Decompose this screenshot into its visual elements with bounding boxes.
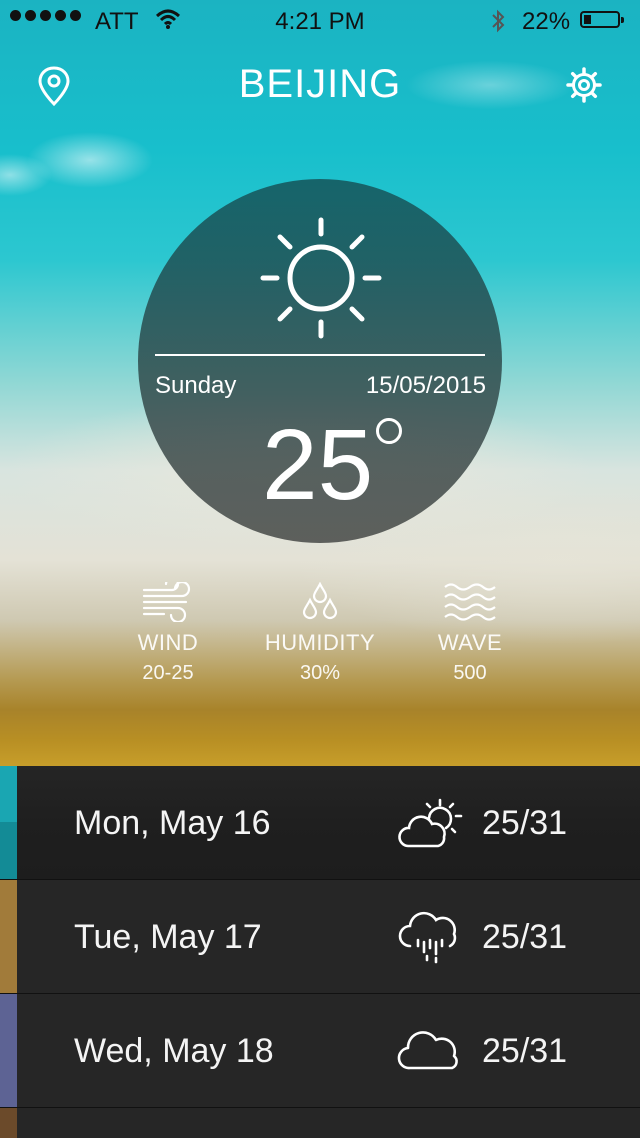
stat-label: WIND: [137, 630, 199, 655]
rain-cloud-icon: [398, 911, 457, 964]
stat-value: 500: [453, 662, 487, 684]
forecast-color-stripe: [0, 880, 17, 993]
sun-icon: [260, 217, 382, 339]
forecast-date: Tue, May 17: [74, 918, 262, 956]
forecast-row-partial[interactable]: [0, 1108, 640, 1138]
forecast-date: Mon, May 16: [74, 804, 271, 842]
circle-divider: [155, 354, 485, 356]
forecast-row[interactable]: Mon, May 16 25/31: [0, 766, 640, 880]
forecast-row[interactable]: Tue, May 17 25/31: [0, 880, 640, 994]
forecast-list: Mon, May 16 25/31 Tue, May 17 25/31 Wed,…: [0, 766, 640, 1138]
current-temperature: 25: [262, 409, 374, 521]
forecast-range: 25/31: [482, 1032, 568, 1070]
stat-label: HUMIDITY: [264, 630, 376, 655]
stat-value: 20-25: [142, 662, 194, 684]
forecast-color-stripe: [0, 766, 17, 879]
current-date: 15/05/2015: [365, 372, 486, 399]
bluetooth-icon: [492, 9, 505, 33]
partly-sunny-icon: [398, 798, 463, 848]
stat-value: 30%: [299, 662, 341, 684]
gear-icon[interactable]: [564, 65, 604, 105]
stat-humidity: HUMIDITY 30%: [240, 582, 400, 685]
forecast-color-stripe: [0, 1108, 17, 1138]
battery-icon: [580, 11, 624, 28]
raindrops-icon: [302, 582, 338, 620]
forecast-row[interactable]: Wed, May 18 25/31: [0, 994, 640, 1108]
waves-icon: [444, 583, 496, 621]
current-day: Sunday: [155, 372, 237, 399]
forecast-date: Wed, May 18: [74, 1032, 274, 1070]
wind-icon: [142, 582, 191, 622]
status-bar: ATT 4:21 PM 22%: [0, 0, 640, 40]
cloud-icon: [397, 1031, 458, 1070]
stat-wave: WAVE 500: [390, 582, 550, 685]
degree-symbol: [376, 418, 402, 444]
stat-label: WAVE: [437, 630, 503, 655]
stat-wind: WIND 20-25: [88, 582, 248, 685]
forecast-range: 25/31: [482, 918, 568, 956]
battery-percentage: 22%: [522, 8, 571, 35]
forecast-color-stripe: [0, 994, 17, 1107]
city-title: BEIJING: [238, 62, 402, 106]
forecast-range: 25/31: [482, 804, 568, 842]
